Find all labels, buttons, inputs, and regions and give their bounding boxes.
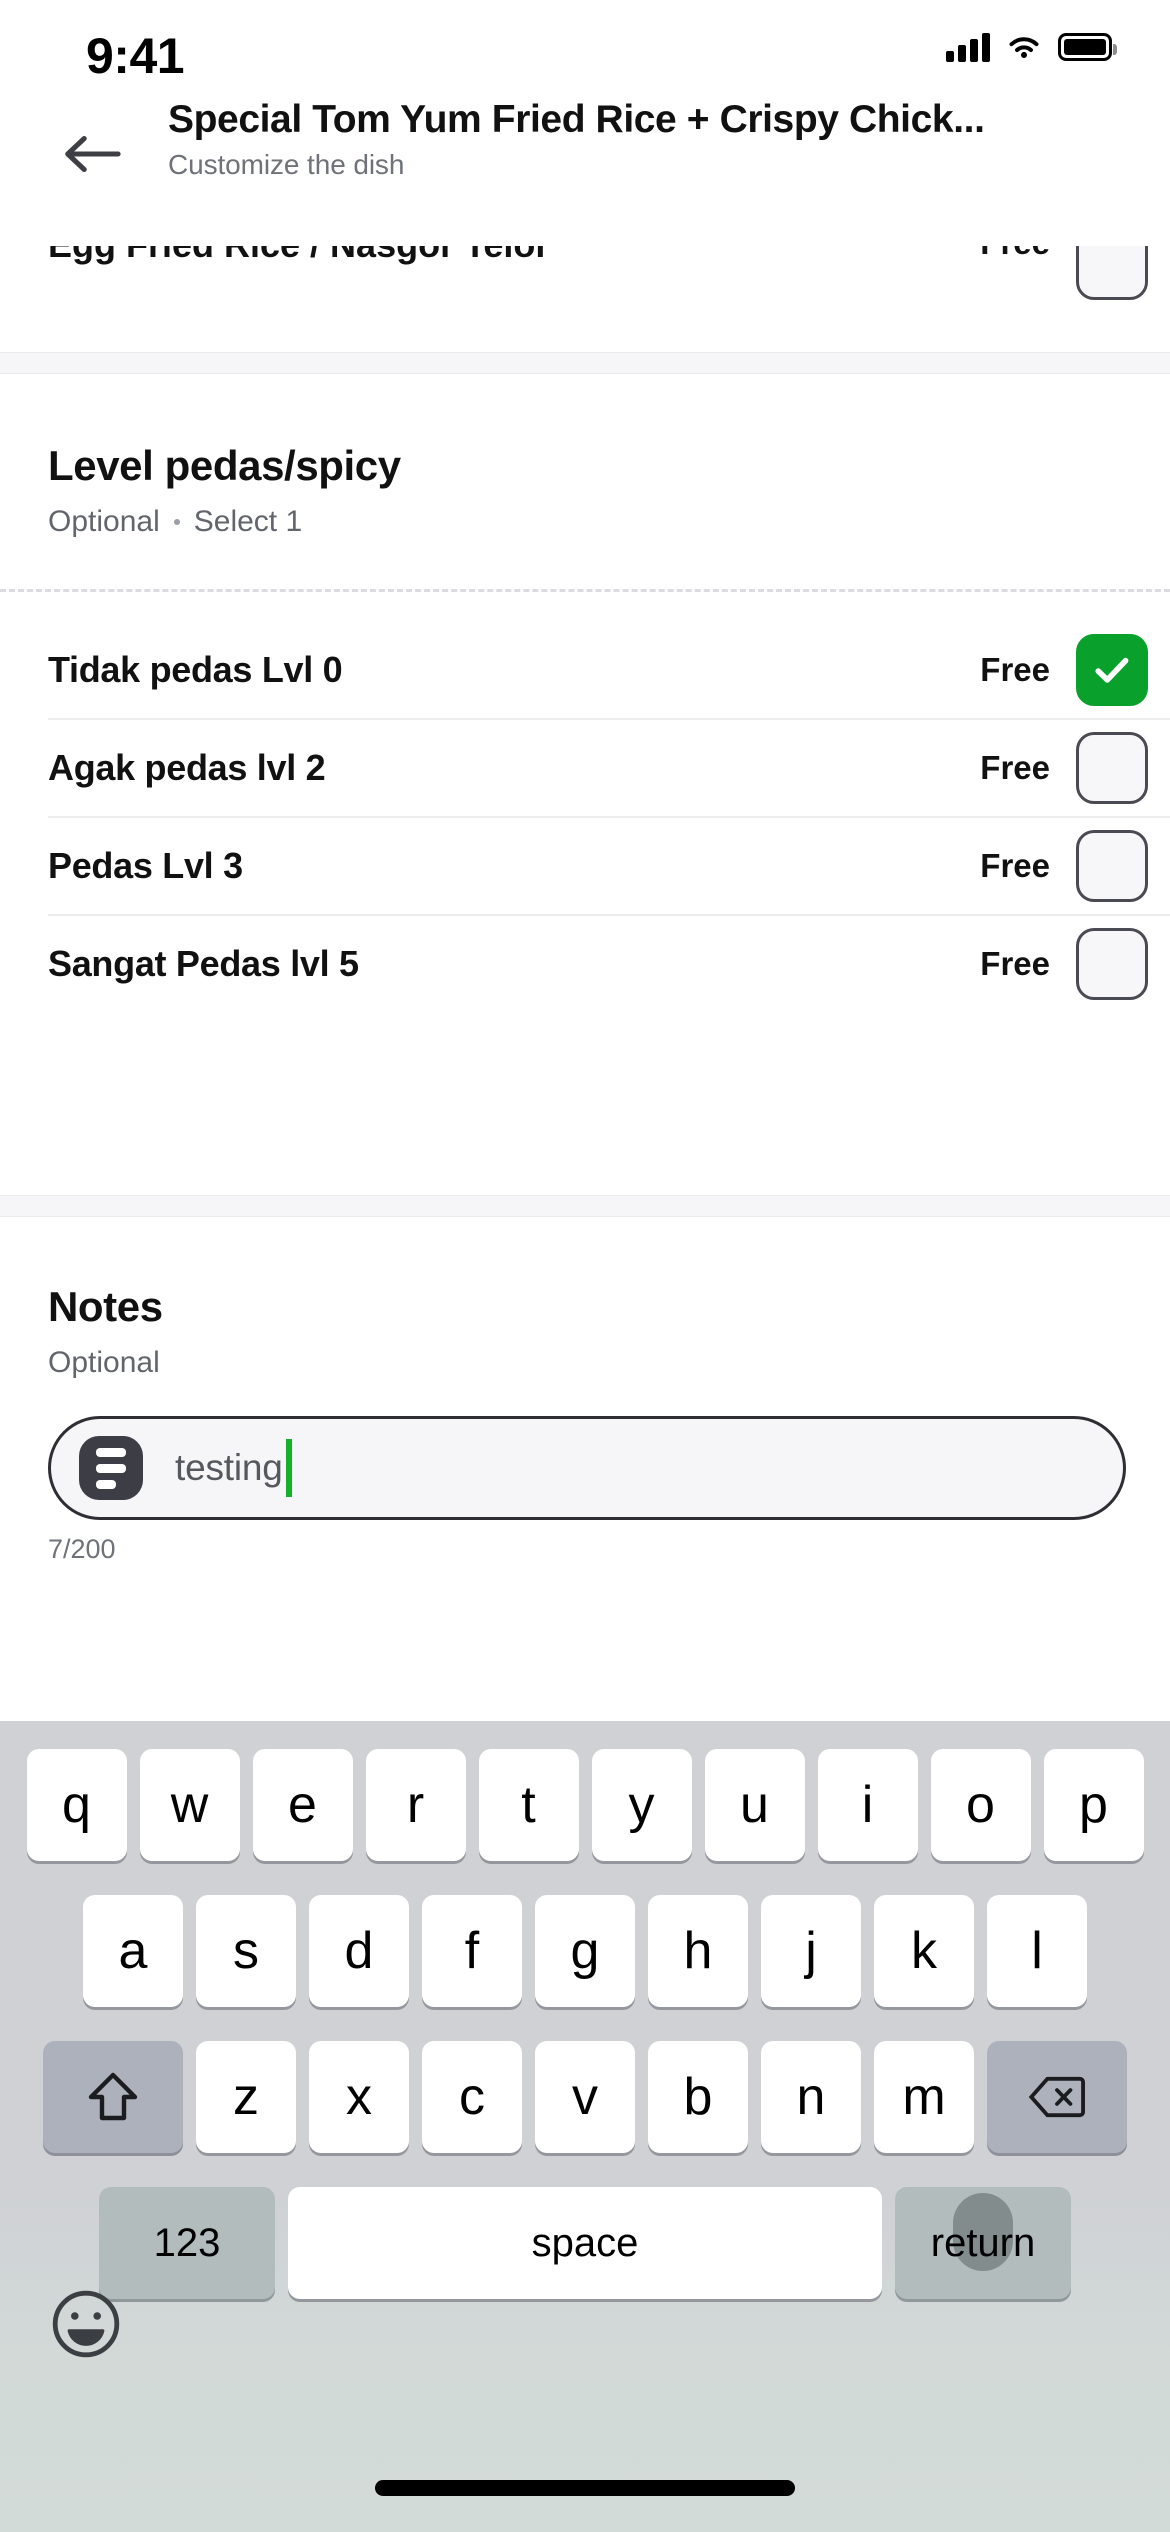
key-b[interactable]: b	[648, 2041, 748, 2153]
key-d[interactable]: d	[309, 1895, 409, 2007]
notes-section-title: Notes	[48, 1283, 163, 1330]
wifi-icon	[1005, 33, 1043, 62]
section-separator-2	[0, 1195, 1170, 1217]
section-separator-1	[0, 352, 1170, 374]
key-r[interactable]: r	[365, 1749, 466, 1861]
notes-optional-label: Optional	[48, 1346, 160, 1379]
status-bar: 9:41	[0, 0, 1170, 96]
spicy-option-price: Free	[980, 945, 1050, 982]
space-key[interactable]: space	[288, 2187, 882, 2299]
header-text-block: Special Tom Yum Fried Rice + Crispy Chic…	[168, 98, 1150, 181]
notes-character-counter: 7/200	[48, 1534, 116, 1564]
notes-section-meta: Optional	[48, 1346, 1122, 1380]
back-button[interactable]	[58, 126, 124, 182]
key-f[interactable]: f	[422, 1895, 522, 2007]
note-lines-icon	[79, 1436, 143, 1500]
spicy-option-price: Free	[980, 651, 1050, 688]
spicy-level-section: Level pedas/spicy Optional Select 1 Tida…	[0, 374, 1170, 1040]
key-l[interactable]: l	[987, 1895, 1087, 2007]
page-title: Special Tom Yum Fried Rice + Crispy Chic…	[168, 98, 985, 141]
key-z[interactable]: z	[196, 2041, 296, 2153]
spicy-option-checkbox[interactable]	[1076, 634, 1148, 706]
spicy-option-label: Tidak pedas Lvl 0	[48, 649, 343, 690]
spicy-section-title: Level pedas/spicy	[48, 442, 401, 489]
key-c[interactable]: c	[422, 2041, 522, 2153]
key-j[interactable]: j	[761, 1895, 861, 2007]
spicy-option-checkbox[interactable]	[1076, 928, 1148, 1000]
spicy-option-row[interactable]: Agak pedas lvl 2 Free	[0, 720, 1170, 816]
dashed-divider	[0, 589, 1170, 592]
checkmark-icon	[1095, 657, 1129, 683]
key-s[interactable]: s	[196, 1895, 296, 2007]
page-subtitle: Customize the dish	[168, 149, 405, 180]
spicy-option-row[interactable]: Sangat Pedas lvl 5 Free	[0, 916, 1170, 1012]
scroll-content[interactable]: Egg Fried Rice / Nasgor Telor Free Level…	[0, 0, 1170, 1700]
notes-input[interactable]: testing	[48, 1416, 1126, 1520]
spicy-option-price: Free	[980, 749, 1050, 786]
clipped-option-label: Egg Fried Rice / Nasgor Telor	[48, 246, 549, 266]
cellular-signal-icon	[946, 32, 990, 62]
clipped-option-checkbox[interactable]	[1076, 246, 1148, 300]
status-bar-time: 9:41	[86, 28, 185, 84]
key-q[interactable]: q	[26, 1749, 127, 1861]
notes-section: Notes Optional testing 7/200	[0, 1217, 1170, 1565]
key-w[interactable]: w	[139, 1749, 240, 1861]
key-v[interactable]: v	[535, 2041, 635, 2153]
key-x[interactable]: x	[309, 2041, 409, 2153]
key-y[interactable]: y	[591, 1749, 692, 1861]
shift-arrow-icon	[88, 2072, 138, 2121]
return-key-label: return	[930, 2220, 1036, 2265]
status-bar-icons	[946, 32, 1117, 62]
notes-input-text: testing	[175, 1447, 283, 1488]
numeric-key[interactable]: 123	[99, 2187, 275, 2299]
spicy-option-list: Tidak pedas Lvl 0 Free Agak pedas lvl 2 …	[0, 622, 1170, 1012]
clipped-option-price: Free	[980, 246, 1050, 262]
emoji-smiley-icon	[52, 2290, 120, 2358]
key-k[interactable]: k	[874, 1895, 974, 2007]
return-key[interactable]: return	[895, 2187, 1071, 2299]
key-m[interactable]: m	[874, 2041, 974, 2153]
keyboard-row-3: z x c v b n m	[6, 2041, 1164, 2153]
key-o[interactable]: o	[930, 1749, 1031, 1861]
key-u[interactable]: u	[704, 1749, 805, 1861]
page-header: Special Tom Yum Fried Rice + Crispy Chic…	[0, 96, 1170, 210]
key-t[interactable]: t	[478, 1749, 579, 1861]
battery-icon	[1058, 33, 1117, 61]
key-p[interactable]: p	[1043, 1749, 1144, 1861]
key-a[interactable]: a	[83, 1895, 183, 2007]
key-e[interactable]: e	[252, 1749, 353, 1861]
key-g[interactable]: g	[535, 1895, 635, 2007]
spicy-section-meta: Optional Select 1	[48, 505, 1122, 539]
spicy-option-row[interactable]: Tidak pedas Lvl 0 Free	[0, 622, 1170, 718]
spicy-option-label: Pedas Lvl 3	[48, 845, 243, 886]
backspace-icon	[1028, 2076, 1085, 2118]
key-h[interactable]: h	[648, 1895, 748, 2007]
key-i[interactable]: i	[817, 1749, 918, 1861]
home-indicator	[375, 2480, 795, 2496]
keyboard-row-2: a s d f g h j k l	[47, 1895, 1123, 2007]
back-arrow-icon	[65, 135, 121, 173]
emoji-key[interactable]	[50, 2288, 122, 2360]
spicy-option-price: Free	[980, 847, 1050, 884]
app-screen: Egg Fried Rice / Nasgor Telor Free Level…	[0, 0, 1170, 2532]
spicy-option-label: Sangat Pedas lvl 5	[48, 943, 359, 984]
on-screen-keyboard[interactable]: q w e r t y u i o p a s d f g h j k l z …	[0, 1721, 1170, 2532]
shift-key[interactable]	[43, 2041, 183, 2153]
clipped-option-row[interactable]: Egg Fried Rice / Nasgor Telor Free	[0, 246, 1170, 310]
keyboard-row-4: 123 space return	[6, 2187, 1164, 2299]
key-n[interactable]: n	[761, 2041, 861, 2153]
backspace-key[interactable]	[987, 2041, 1127, 2153]
text-cursor	[285, 1439, 292, 1497]
spicy-option-label: Agak pedas lvl 2	[48, 747, 326, 788]
spicy-option-checkbox[interactable]	[1076, 732, 1148, 804]
meta-dot-icon	[173, 519, 180, 525]
notes-input-value: testing	[175, 1439, 292, 1497]
spicy-option-row[interactable]: Pedas Lvl 3 Free	[0, 818, 1170, 914]
keyboard-row-1: q w e r t y u i o p	[6, 1749, 1164, 1861]
spicy-optional-label: Optional	[48, 505, 160, 538]
spicy-option-checkbox[interactable]	[1076, 830, 1148, 902]
spicy-select-count-label: Select 1	[193, 505, 303, 538]
